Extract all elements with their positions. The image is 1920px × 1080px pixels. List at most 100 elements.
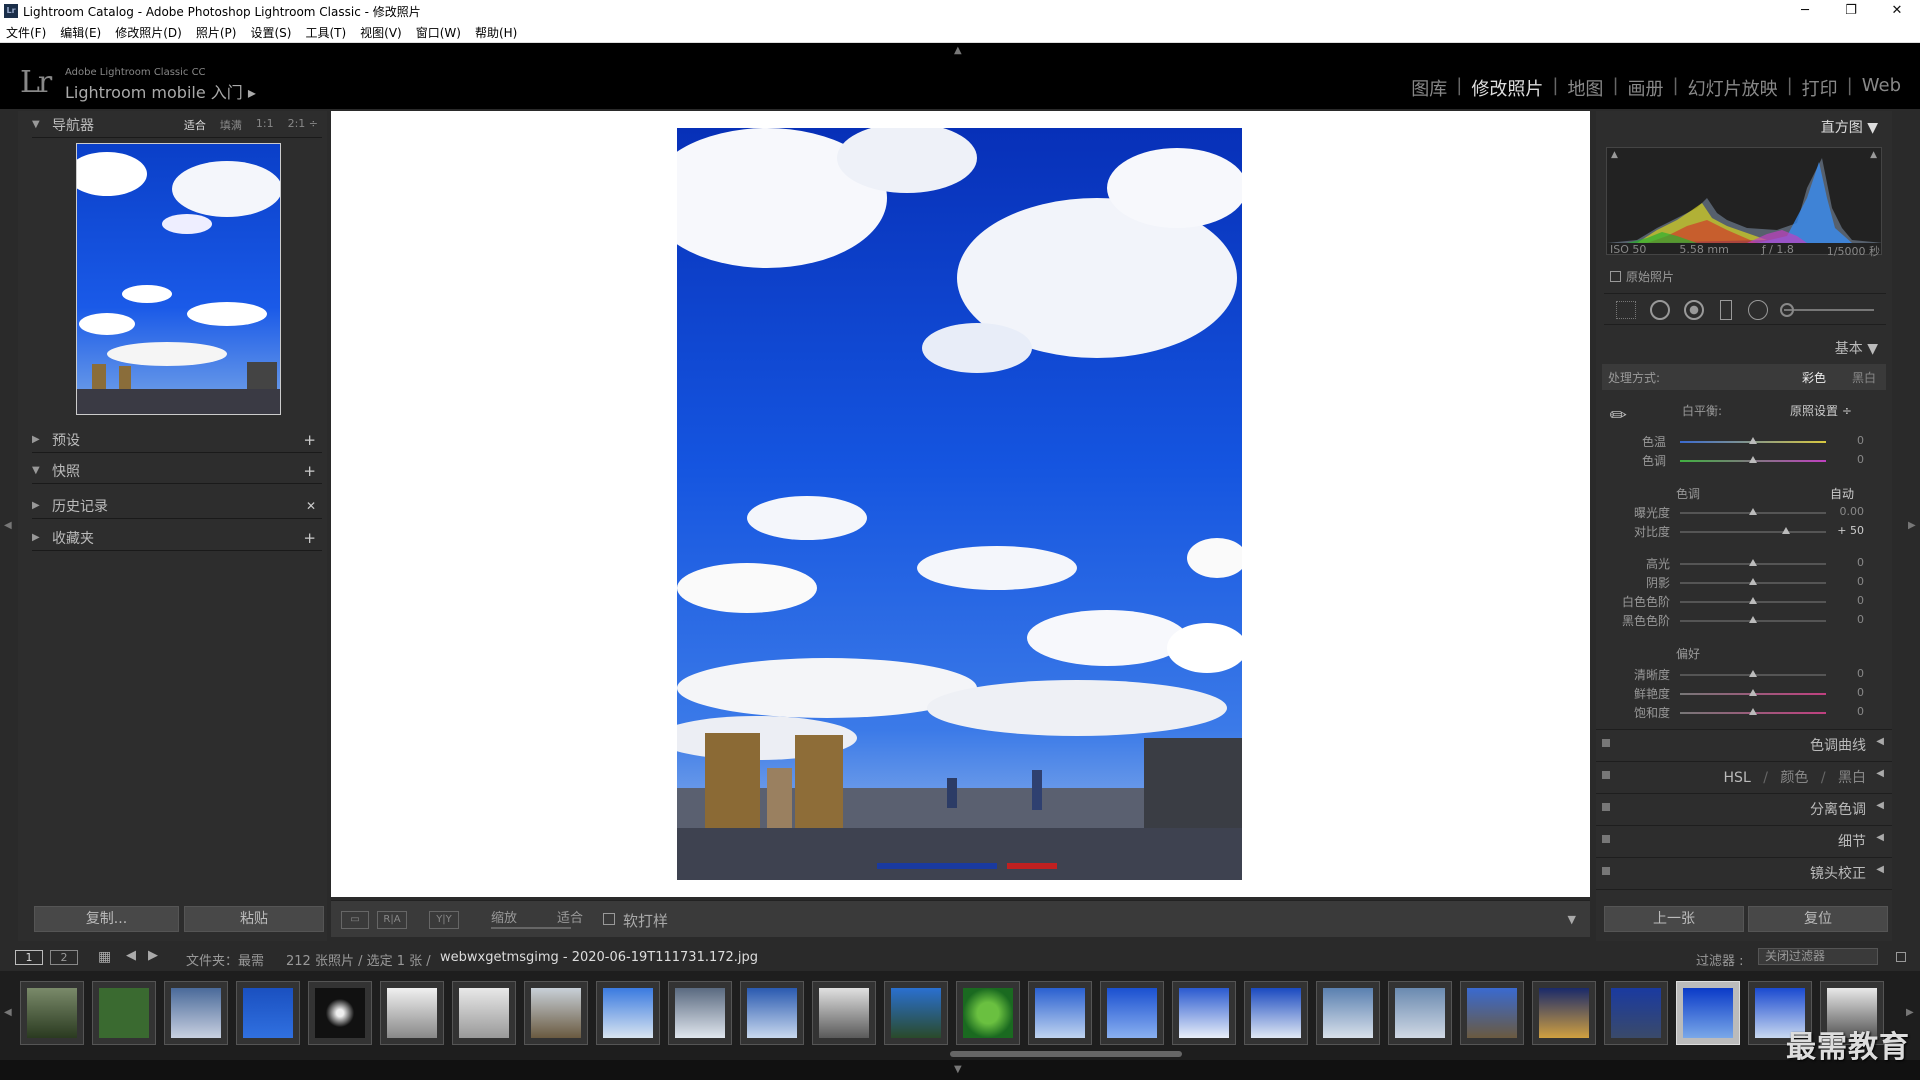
menu-settings[interactable]: 设置(S)	[250, 24, 291, 41]
split-toning-panel[interactable]: 分离色调 ◀	[1596, 793, 1892, 821]
basic-panel-title[interactable]: 基本 ▼	[1835, 338, 1878, 358]
before-after-icon[interactable]: R|A	[377, 911, 407, 929]
auto-tone-button[interactable]: 自动	[1830, 485, 1854, 502]
hsl-toggle[interactable]	[1602, 771, 1610, 779]
split-toning-toggle[interactable]	[1602, 803, 1610, 811]
source-label[interactable]: 文件夹：最需	[186, 950, 264, 969]
blacks-knob[interactable]	[1749, 616, 1757, 623]
contrast-knob[interactable]	[1782, 527, 1790, 534]
right-panel-toggle-icon[interactable]: ▶	[1908, 520, 1916, 531]
copy-button[interactable]: 复制...	[34, 906, 179, 932]
main-photo[interactable]	[677, 128, 1242, 880]
hsl-color-tab[interactable]: 颜色	[1780, 770, 1808, 786]
collapse-top-arrow-icon[interactable]: ▲	[954, 45, 962, 56]
menu-help[interactable]: 帮助(H)	[475, 24, 517, 41]
exposure-value[interactable]: 0.00	[1824, 505, 1865, 518]
original-photo-checkbox[interactable]	[1610, 271, 1621, 282]
lightroom-mobile-link[interactable]: Lightroom mobile 入门 ▸	[65, 79, 256, 103]
module-print[interactable]: 打印	[1793, 75, 1847, 101]
highlight-clipping-icon[interactable]: ▲	[1870, 150, 1877, 160]
filmstrip-thumb[interactable]	[20, 981, 84, 1045]
highlights-knob[interactable]	[1749, 559, 1757, 566]
treatment-color[interactable]: 彩色	[1802, 369, 1826, 386]
lens-correction-panel[interactable]: 镜头校正 ◀	[1596, 857, 1892, 885]
nav-1to1[interactable]: 1:1	[256, 117, 274, 133]
filmstrip-thumb[interactable]	[1244, 981, 1308, 1045]
primary-window-button[interactable]: 1	[15, 950, 43, 965]
hsl-tab[interactable]: HSL	[1724, 770, 1751, 786]
hsl-bw-tab[interactable]: 黑白	[1838, 770, 1866, 786]
whites-value[interactable]: 0	[1824, 594, 1864, 607]
filmstrip-thumb[interactable]	[1316, 981, 1380, 1045]
module-book[interactable]: 画册	[1619, 75, 1673, 101]
vibrance-knob[interactable]	[1749, 689, 1757, 696]
filmstrip-thumb[interactable]	[236, 981, 300, 1045]
detail-toggle[interactable]	[1602, 835, 1610, 843]
treatment-bw[interactable]: 黑白	[1852, 369, 1876, 386]
filmstrip-thumb[interactable]	[452, 981, 516, 1045]
filmstrip-thumb[interactable]	[164, 981, 228, 1045]
wb-dropdown[interactable]: 原照设置 ÷	[1790, 402, 1852, 419]
menu-photo[interactable]: 照片(P)	[196, 24, 237, 41]
filmstrip-thumb-selected[interactable]	[1676, 981, 1740, 1045]
histogram-title[interactable]: 直方图 ▼	[1821, 117, 1878, 137]
navigator-header[interactable]: ▼ 导航器 适合 填满 1:1 2:1 ÷	[32, 112, 322, 138]
snapshots-header[interactable]: ▼ 快照 +	[32, 458, 322, 484]
menu-edit[interactable]: 编辑(E)	[60, 24, 101, 41]
red-eye-icon[interactable]	[1684, 300, 1704, 320]
filmstrip-thumb[interactable]	[956, 981, 1020, 1045]
filmstrip-thumb[interactable]	[596, 981, 660, 1045]
add-snapshot-icon[interactable]: +	[303, 462, 316, 480]
zoom-slider[interactable]	[491, 927, 571, 929]
menu-view[interactable]: 视图(V)	[360, 24, 402, 41]
filmstrip-thumb[interactable]	[308, 981, 372, 1045]
histogram[interactable]: ▲ ▲	[1606, 147, 1882, 255]
contrast-slider[interactable]	[1680, 531, 1826, 533]
history-header[interactable]: ▶ 历史记录 ✕	[32, 493, 322, 519]
exposure-knob[interactable]	[1749, 508, 1757, 515]
menu-develop[interactable]: 修改照片(D)	[115, 24, 182, 41]
temp-value[interactable]: 0	[1824, 434, 1864, 447]
before-after-split-icon[interactable]: Y|Y	[429, 911, 459, 929]
module-web[interactable]: Web	[1853, 75, 1910, 101]
filmstrip-thumb[interactable]	[1604, 981, 1668, 1045]
filmstrip-thumb[interactable]	[1100, 981, 1164, 1045]
filmstrip-thumb[interactable]	[380, 981, 444, 1045]
tone-curve-toggle[interactable]	[1602, 739, 1610, 747]
filmstrip-thumb[interactable]	[812, 981, 876, 1045]
temp-knob[interactable]	[1749, 437, 1757, 444]
filmstrip-scrollbar[interactable]	[950, 1051, 1182, 1057]
tint-knob[interactable]	[1749, 456, 1757, 463]
grid-view-icon[interactable]: ▦	[98, 949, 111, 965]
loupe-view-icon[interactable]: ▭	[341, 911, 369, 929]
clarity-value[interactable]: 0	[1824, 667, 1864, 680]
add-preset-icon[interactable]: +	[303, 431, 316, 449]
lens-correction-toggle[interactable]	[1602, 867, 1610, 875]
toolbar-menu-chevron-icon[interactable]: ▼	[1568, 913, 1576, 926]
softproof-checkbox[interactable]	[603, 913, 615, 925]
filmstrip-thumb[interactable]	[1172, 981, 1236, 1045]
filmstrip[interactable]: ◀ ▶	[0, 971, 1920, 1060]
navigator-preview[interactable]	[76, 143, 281, 415]
crop-tool-icon[interactable]	[1616, 301, 1636, 319]
blacks-value[interactable]: 0	[1824, 613, 1864, 626]
filmstrip-thumb[interactable]	[1460, 981, 1524, 1045]
secondary-window-button[interactable]: 2	[50, 950, 78, 965]
white-balance-eyedropper-icon[interactable]: ✎	[1604, 401, 1633, 430]
collapse-bottom-arrow-icon[interactable]: ▼	[954, 1064, 962, 1075]
nav-fill[interactable]: 填满	[220, 117, 242, 133]
filmstrip-thumb[interactable]	[740, 981, 804, 1045]
module-develop[interactable]: 修改照片	[1462, 75, 1552, 101]
spot-removal-icon[interactable]	[1650, 300, 1670, 320]
contrast-value[interactable]: + 50	[1824, 524, 1864, 537]
forward-arrow-icon[interactable]: ▶	[148, 948, 158, 963]
reset-button[interactable]: 复位	[1748, 906, 1888, 932]
radial-filter-icon[interactable]	[1748, 300, 1768, 320]
filmstrip-thumb[interactable]	[884, 981, 948, 1045]
menu-file[interactable]: 文件(F)	[6, 24, 46, 41]
module-slideshow[interactable]: 幻灯片放映	[1679, 75, 1787, 101]
maximize-button[interactable]: ❐	[1828, 0, 1874, 22]
shadows-knob[interactable]	[1749, 578, 1757, 585]
adjustment-brush-icon[interactable]	[1780, 303, 1794, 317]
collections-header[interactable]: ▶ 收藏夹 +	[32, 525, 322, 551]
